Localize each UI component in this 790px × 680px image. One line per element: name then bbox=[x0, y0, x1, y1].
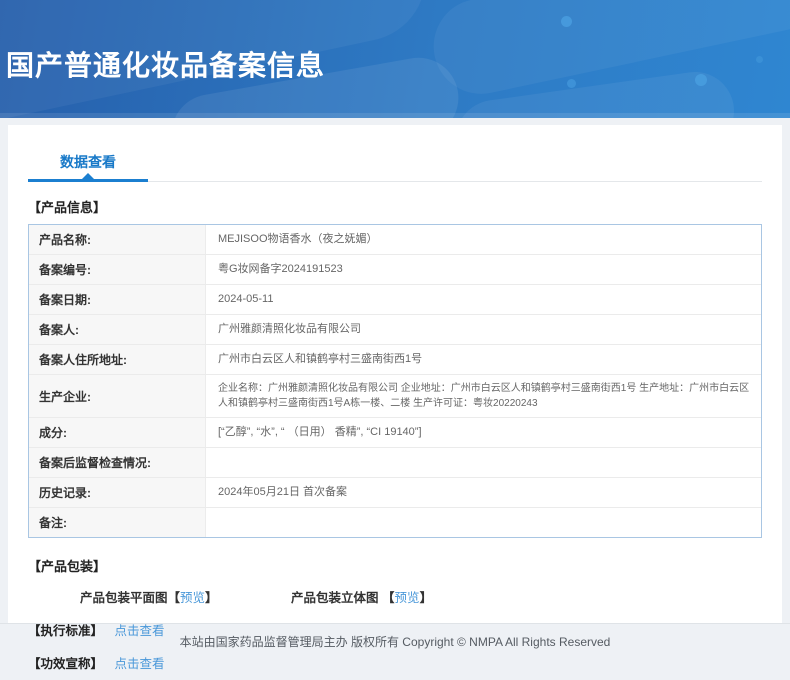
table-row-record-date: 备案日期: 2024-05-11 bbox=[29, 284, 761, 314]
field-label: 备案日期: bbox=[29, 285, 206, 314]
table-row-history: 历史记录: 2024年05月21日 首次备案 bbox=[29, 477, 761, 507]
page-header: 国产普通化妆品备案信息 bbox=[0, 0, 790, 118]
bracket-close: 】 bbox=[205, 591, 218, 605]
field-value: 2024年05月21日 首次备案 bbox=[206, 478, 761, 507]
field-value bbox=[206, 508, 761, 537]
field-label: 备注: bbox=[29, 508, 206, 537]
packaging-flat-label: 产品包装平面图 bbox=[80, 591, 168, 605]
field-label: 成分: bbox=[29, 418, 206, 447]
section-product-info-heading: 【产品信息】 bbox=[28, 197, 762, 216]
field-value: [“乙醇”, “水”, “ （日用） 香精”, “CI 19140”] bbox=[206, 418, 761, 447]
content-card: 数据查看 【产品信息】 产品名称: MEJISOO物语香水（夜之妩媚） 备案编号… bbox=[8, 125, 782, 623]
standard-view-link[interactable]: 点击查看 bbox=[115, 624, 165, 638]
field-value: 广州雅颜清照化妆品有限公司 bbox=[206, 315, 761, 344]
field-value: 2024-05-11 bbox=[206, 285, 761, 314]
field-value bbox=[206, 448, 761, 477]
field-label: 备案人: bbox=[29, 315, 206, 344]
table-row-record-number: 备案编号: 粤G妆网备字2024191523 bbox=[29, 254, 761, 284]
field-label: 备案编号: bbox=[29, 255, 206, 284]
field-value: 企业名称：广州雅颜清照化妆品有限公司 企业地址：广州市白云区人和镇鹤亭村三盛南街… bbox=[206, 375, 761, 417]
bracket-close: 】 bbox=[420, 591, 433, 605]
tab-bar: 数据查看 bbox=[28, 143, 762, 182]
tab-caret-icon bbox=[82, 173, 94, 179]
table-row-product-name: 产品名称: MEJISOO物语香水（夜之妩媚） bbox=[29, 225, 761, 254]
table-row-ingredients: 成分: [“乙醇”, “水”, “ （日用） 香精”, “CI 19140”] bbox=[29, 417, 761, 447]
header-bottom-edge bbox=[0, 113, 790, 118]
table-row-supervision: 备案后监督检查情况: bbox=[29, 447, 761, 477]
footer-copyright-text: 本站由国家药品监督管理局主办 版权所有 Copyright © NMPA All… bbox=[180, 635, 611, 649]
tab-data-view-label: 数据查看 bbox=[60, 154, 116, 170]
section-packaging-heading: 【产品包装】 bbox=[28, 556, 762, 575]
table-row-registrant-address: 备案人住所地址: 广州市白云区人和镇鹤亭村三盛南街西1号 bbox=[29, 344, 761, 374]
packaging-3d-preview-link[interactable]: 预览 bbox=[395, 591, 420, 605]
bracket-open: 【 bbox=[382, 591, 395, 605]
field-value: MEJISOO物语香水（夜之妩媚） bbox=[206, 225, 761, 254]
field-value: 粤G妆网备字2024191523 bbox=[206, 255, 761, 284]
packaging-3d-item: 产品包装立体图 【预览】 bbox=[291, 591, 432, 605]
product-info-table: 产品名称: MEJISOO物语香水（夜之妩媚） 备案编号: 粤G妆网备字2024… bbox=[28, 224, 762, 538]
field-label: 生产企业: bbox=[29, 375, 206, 417]
tab-data-view[interactable]: 数据查看 bbox=[28, 143, 148, 182]
table-row-registrant: 备案人: 广州雅颜清照化妆品有限公司 bbox=[29, 314, 761, 344]
field-value: 广州市白云区人和镇鹤亭村三盛南街西1号 bbox=[206, 345, 761, 374]
table-row-remarks: 备注: bbox=[29, 507, 761, 537]
field-label: 产品名称: bbox=[29, 225, 206, 254]
packaging-row: 产品包装平面图【预览】 产品包装立体图 【预览】 bbox=[80, 587, 762, 606]
field-label: 历史记录: bbox=[29, 478, 206, 507]
packaging-flat-item: 产品包装平面图【预览】 bbox=[80, 591, 221, 605]
section-efficacy-heading: 【功效宣称】 bbox=[28, 657, 103, 671]
page: 国产普通化妆品备案信息 数据查看 【产品信息】 产品名称: MEJISOO物语香… bbox=[0, 0, 790, 680]
packaging-flat-preview-link[interactable]: 预览 bbox=[180, 591, 205, 605]
field-label: 备案人住所地址: bbox=[29, 345, 206, 374]
efficacy-view-link[interactable]: 点击查看 bbox=[115, 657, 165, 671]
section-standard-heading: 【执行标准】 bbox=[28, 624, 103, 638]
table-row-manufacturer: 生产企业: 企业名称：广州雅颜清照化妆品有限公司 企业地址：广州市白云区人和镇鹤… bbox=[29, 374, 761, 417]
page-title: 国产普通化妆品备案信息 bbox=[0, 0, 790, 84]
field-label: 备案后监督检查情况: bbox=[29, 448, 206, 477]
packaging-3d-label: 产品包装立体图 bbox=[291, 591, 382, 605]
bracket-open: 【 bbox=[168, 591, 181, 605]
